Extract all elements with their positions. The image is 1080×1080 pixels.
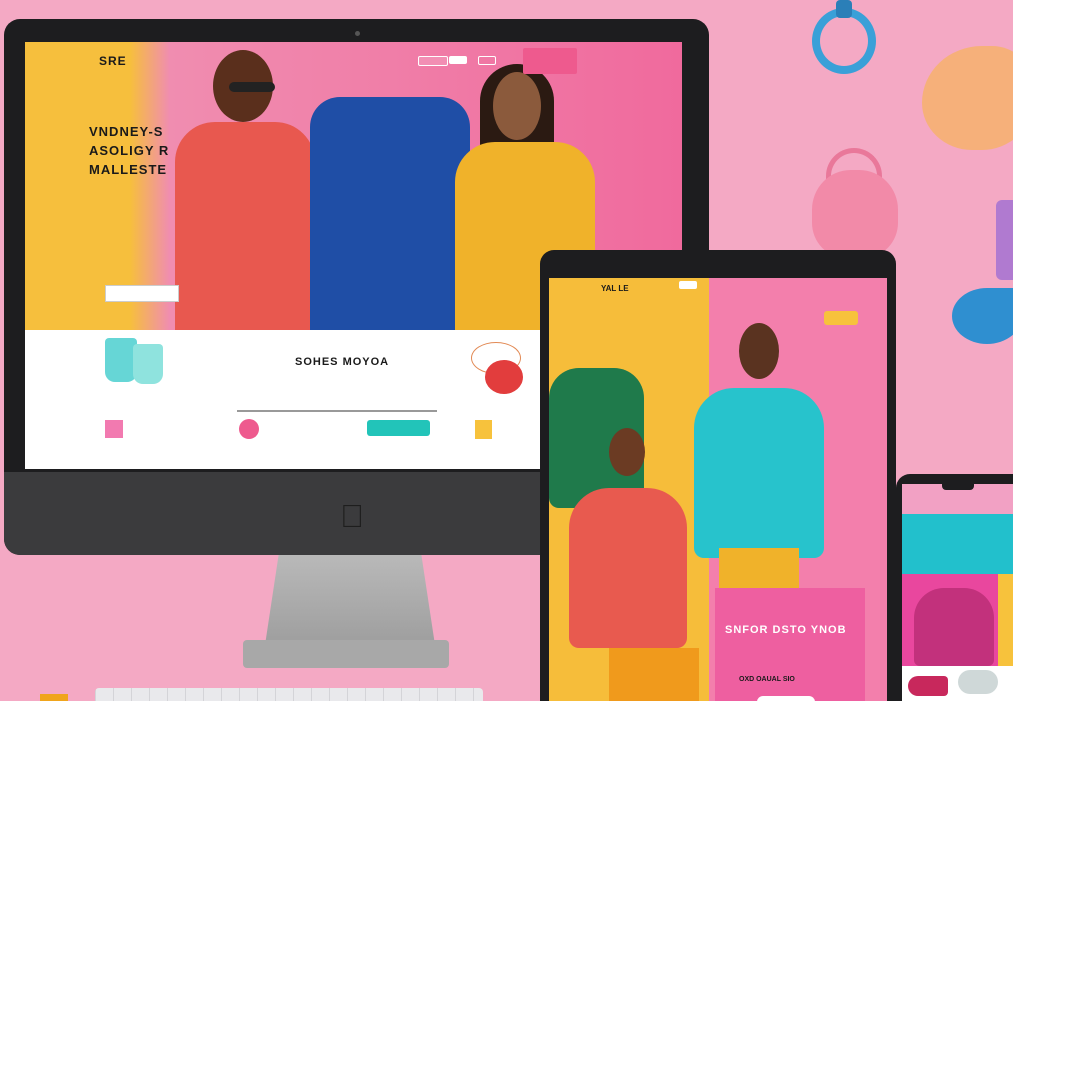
model-yellow-pants xyxy=(719,548,799,588)
search-input[interactable] xyxy=(418,56,448,66)
apple-logo-icon:  xyxy=(340,498,364,535)
promo-tag[interactable] xyxy=(523,48,577,74)
phone-notch xyxy=(942,484,974,490)
color-swatch-yellow[interactable] xyxy=(475,420,492,439)
tablet-card-subtitle: OXD OAUAL SIO xyxy=(739,676,795,683)
color-dot-pink[interactable] xyxy=(239,419,259,439)
model-teal-jacket xyxy=(694,388,824,558)
nav-link[interactable] xyxy=(356,57,364,63)
product-shoe[interactable] xyxy=(908,676,948,696)
keyboard xyxy=(95,688,483,701)
tablet-badge[interactable] xyxy=(824,311,858,325)
product-red-purse[interactable] xyxy=(485,360,523,394)
nav-link[interactable] xyxy=(344,57,348,63)
tablet-website-screen: YAL LE SNFOR DSTO YNOB OXD OAUAL SIO xyxy=(549,278,887,701)
phone-yellow-strip xyxy=(998,574,1013,666)
model-orange-skirt xyxy=(609,648,699,701)
product-magenta-sweater[interactable] xyxy=(914,588,994,666)
purple-prop xyxy=(996,200,1013,280)
tablet-card-title: SNFOR DSTO YNOB xyxy=(725,624,847,636)
hero-headline: VNDNEY-S ASOLIGY R MALLESTE xyxy=(89,122,199,179)
handbag-prop xyxy=(812,170,898,258)
hero-headline-line: MALLESTE xyxy=(89,162,168,177)
hero-headline-line: ASOLIGY R xyxy=(89,143,170,158)
tablet-card-button[interactable] xyxy=(757,696,815,701)
divider xyxy=(237,410,437,412)
nav-link[interactable] xyxy=(313,57,321,63)
model-head xyxy=(739,323,779,379)
monitor-stand-base xyxy=(243,640,449,668)
orange-prop xyxy=(40,694,68,701)
nav-toggle-button[interactable] xyxy=(449,56,467,64)
tablet-promo-card[interactable] xyxy=(715,588,865,701)
model-head xyxy=(493,72,541,140)
product-tote-bag[interactable] xyxy=(133,344,163,384)
tablet-menu-button[interactable] xyxy=(679,281,697,289)
hat-prop xyxy=(922,46,1013,150)
monitor-stand xyxy=(265,555,435,645)
product-accessory[interactable] xyxy=(958,670,998,694)
ring-clip-prop xyxy=(836,0,852,18)
product-showcase-scene:  SRE VNDNEY xyxy=(0,0,1013,701)
section-title: SOHES MOYOA xyxy=(295,356,390,368)
top-nav xyxy=(313,57,365,63)
color-swatch-pink[interactable] xyxy=(105,420,123,438)
model-blue-coat xyxy=(310,97,470,330)
sunglasses xyxy=(229,82,275,92)
shop-now-button[interactable] xyxy=(367,420,430,436)
cart-icon[interactable] xyxy=(478,56,496,65)
camera-icon xyxy=(355,31,360,36)
blue-leaf-prop xyxy=(952,288,1013,344)
phone-website-screen xyxy=(902,484,1013,701)
tablet-logo[interactable]: YAL LE xyxy=(601,284,629,293)
phone-teal-banner[interactable] xyxy=(902,514,1013,574)
site-logo[interactable]: SRE xyxy=(99,54,127,68)
hero-cta-button[interactable] xyxy=(105,285,179,302)
nav-link[interactable] xyxy=(329,57,336,63)
model-head xyxy=(609,428,645,476)
model-red-sweater xyxy=(569,488,687,648)
hero-headline-line: VNDNEY-S xyxy=(89,124,164,139)
